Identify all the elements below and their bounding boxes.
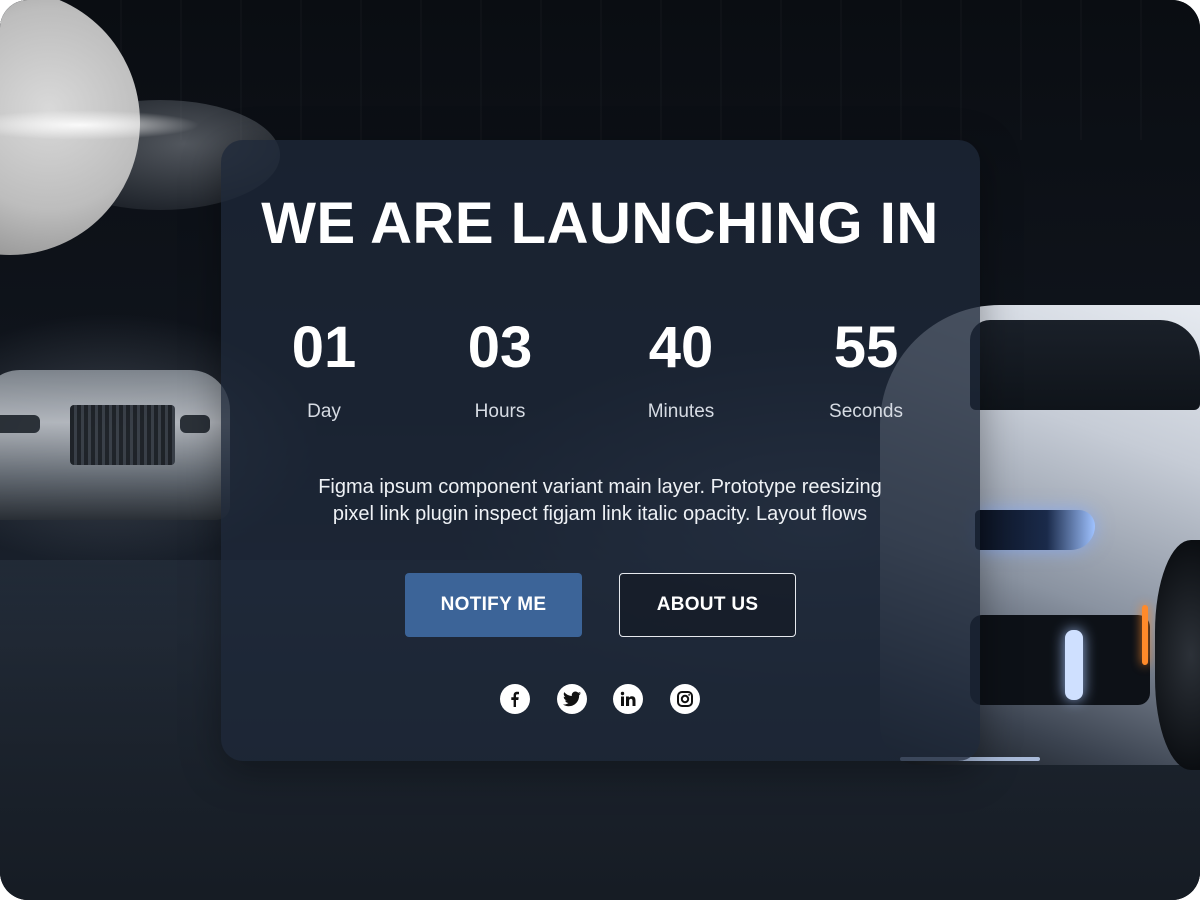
description-text: Figma ipsum component variant main layer… — [240, 474, 960, 528]
countdown-hours: 03 Hours — [410, 310, 590, 424]
description-line: pixel link plugin inspect figjam link it… — [332, 503, 868, 525]
instagram-link[interactable] — [670, 684, 700, 714]
page-title: WE ARE LAUNCHING IN — [261, 191, 939, 256]
twitter-link[interactable] — [557, 684, 587, 714]
about-us-button[interactable]: ABOUT US — [619, 573, 796, 637]
countdown-value: 03 — [467, 315, 533, 380]
countdown-value: 40 — [648, 315, 714, 380]
countdown-timer: 01 Day 03 Hours 40 Minutes 55 Seconds — [0, 310, 1200, 440]
instagram-icon — [677, 691, 693, 707]
page-frame: WE ARE LAUNCHING IN 01 Day 03 Hours 40 M… — [0, 0, 1200, 900]
countdown-label: Day — [307, 401, 341, 422]
twitter-icon — [563, 691, 581, 707]
facebook-icon — [511, 691, 519, 707]
countdown-minutes: 40 Minutes — [591, 310, 771, 424]
car-headlight — [975, 510, 1095, 550]
linkedin-link[interactable] — [613, 684, 643, 714]
countdown-seconds: 55 Seconds — [776, 310, 956, 424]
car-side-marker — [1142, 605, 1148, 665]
car-wheel — [1155, 540, 1200, 770]
countdown-value: 55 — [833, 315, 899, 380]
description-line: Figma ipsum component variant main layer… — [318, 476, 882, 498]
countdown-days: 01 Day — [234, 310, 414, 424]
lamp-light-streak — [0, 110, 200, 140]
countdown-label: Minutes — [647, 401, 715, 422]
facebook-link[interactable] — [500, 684, 530, 714]
notify-me-button[interactable]: NOTIFY ME — [405, 573, 582, 637]
countdown-label: Seconds — [829, 401, 903, 422]
car-bumper — [970, 615, 1150, 705]
linkedin-icon — [620, 691, 636, 706]
countdown-label: Hours — [474, 401, 526, 422]
countdown-value: 01 — [291, 315, 357, 380]
car-fog-light — [1065, 630, 1083, 700]
